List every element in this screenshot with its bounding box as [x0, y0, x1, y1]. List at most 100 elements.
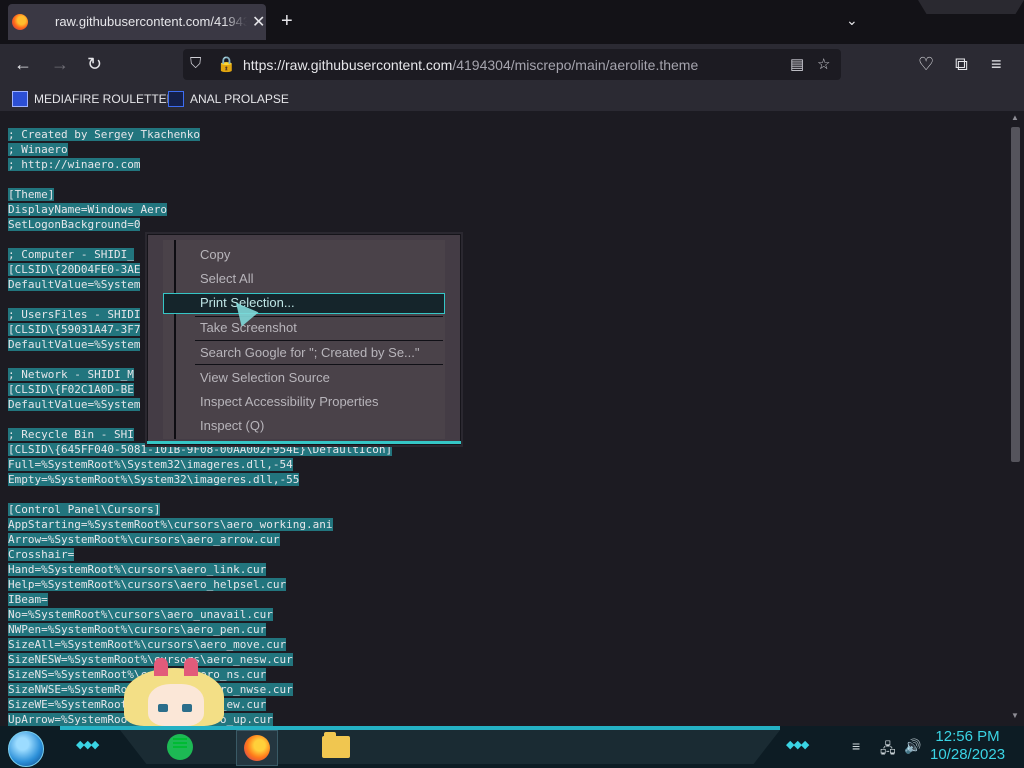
- bookmarks-toolbar: MEDIAFIRE ROULETTER ANAL PROLAPSE: [0, 86, 1024, 112]
- code-line-text: No=%SystemRoot%\cursors\aero_unavail.cur: [8, 608, 273, 621]
- menu-take-screenshot[interactable]: Take Screenshot: [200, 320, 297, 335]
- bookmark-anal-prolapse[interactable]: ANAL PROLAPSE: [168, 91, 289, 107]
- bookmark-mediafire-rouletter[interactable]: MEDIAFIRE ROULETTER: [12, 91, 175, 107]
- code-line-text: ; Computer - SHIDI_: [8, 248, 134, 261]
- code-line[interactable]: [Theme]: [8, 187, 392, 202]
- code-line[interactable]: DisplayName=Windows Aero: [8, 202, 392, 217]
- taskbar-notes-app[interactable]: [160, 730, 200, 764]
- code-line-text: ; Recycle Bin - SHI: [8, 428, 134, 441]
- clock-date: 10/28/2023: [930, 746, 1006, 763]
- code-line-text: Full=%SystemRoot%\System32\imageres.dll,…: [8, 458, 293, 471]
- code-line[interactable]: ; Winaero: [8, 142, 392, 157]
- code-line-text: ; http://winaero.com: [8, 158, 141, 171]
- firefox-icon: [12, 14, 28, 30]
- theme-decoration: [918, 0, 1024, 14]
- code-line[interactable]: NWPen=%SystemRoot%\cursors\aero_pen.cur: [8, 622, 392, 637]
- extensions-icon[interactable]: ⧉: [955, 54, 968, 75]
- bookmark-star-icon[interactable]: ☆: [817, 55, 830, 73]
- code-line[interactable]: [Control Panel\Cursors]: [8, 502, 392, 517]
- code-line[interactable]: IBeam=: [8, 592, 392, 607]
- back-button[interactable]: ←: [14, 54, 32, 75]
- clock-time: 12:56 PM: [935, 728, 1000, 745]
- tab-strip: raw.githubusercontent.com/419430 ✕ + ⌄: [0, 0, 1024, 44]
- taskbar-file-explorer-app[interactable]: [316, 730, 356, 764]
- code-line[interactable]: Crosshair=: [8, 547, 392, 562]
- code-line[interactable]: AppStarting=%SystemRoot%\cursors\aero_wo…: [8, 517, 392, 532]
- code-line-text: AppStarting=%SystemRoot%\cursors\aero_wo…: [8, 518, 333, 531]
- context-menu-gutter: [174, 240, 176, 439]
- taskbar-firefox-app[interactable]: [236, 730, 278, 766]
- context-menu-accent: [147, 441, 461, 444]
- forward-button[interactable]: →: [51, 54, 69, 75]
- start-button[interactable]: [8, 731, 44, 767]
- url-text[interactable]: https://raw.githubusercontent.com/419430…: [243, 57, 698, 73]
- bookmark-label: ANAL PROLAPSE: [190, 92, 289, 106]
- code-line[interactable]: No=%SystemRoot%\cursors\aero_unavail.cur: [8, 607, 392, 622]
- menu-separator: [195, 340, 443, 341]
- menu-view-selection-source[interactable]: View Selection Source: [200, 370, 330, 385]
- url-host: https://raw.githubusercontent.com: [243, 57, 453, 73]
- pocket-icon[interactable]: ♡: [918, 54, 934, 75]
- scrollbar-thumb[interactable]: [1011, 127, 1020, 462]
- taskbar-decoration-left: ◆◆◆: [76, 739, 99, 751]
- code-line-text: ; Created by Sergey Tkachenko: [8, 128, 201, 141]
- code-line[interactable]: SizeAll=%SystemRoot%\cursors\aero_move.c…: [8, 637, 392, 652]
- code-line-text: ; Winaero: [8, 143, 68, 156]
- reader-view-icon[interactable]: ▤: [790, 55, 804, 73]
- code-line-text: Help=%SystemRoot%\cursors\aero_helpsel.c…: [8, 578, 287, 591]
- code-line-text: [Control Panel\Cursors]: [8, 503, 161, 516]
- browser-tab[interactable]: raw.githubusercontent.com/419430 ✕: [8, 4, 266, 40]
- menu-select-all[interactable]: Select All: [200, 271, 253, 286]
- navigation-toolbar: ← → ↻ ⛉ 🔒 https://raw.githubusercontent.…: [0, 44, 1024, 86]
- code-line-text: DefaultValue=%System: [8, 338, 141, 351]
- volume-icon[interactable]: 🔊: [904, 738, 921, 755]
- code-line-text: Hand=%SystemRoot%\cursors\aero_link.cur: [8, 563, 267, 576]
- url-bar[interactable]: ⛉ 🔒 https://raw.githubusercontent.com/41…: [183, 49, 841, 80]
- list-all-tabs-icon[interactable]: ⌄: [846, 12, 858, 29]
- code-line[interactable]: Hand=%SystemRoot%\cursors\aero_link.cur: [8, 562, 392, 577]
- new-tab-button[interactable]: +: [281, 10, 293, 33]
- code-line-text: ; UsersFiles - SHIDI: [8, 308, 141, 321]
- lock-icon[interactable]: 🔒: [217, 55, 236, 73]
- scroll-down-icon[interactable]: ▼: [1011, 711, 1019, 720]
- code-line-text: NWPen=%SystemRoot%\cursors\aero_pen.cur: [8, 623, 267, 636]
- code-line[interactable]: Full=%SystemRoot%\System32\imageres.dll,…: [8, 457, 392, 472]
- sticker-eye: [158, 704, 168, 712]
- code-line-text: ; Network - SHIDI_M: [8, 368, 134, 381]
- menu-inspect-accessibility[interactable]: Inspect Accessibility Properties: [200, 394, 378, 409]
- taskbar-app-panel: [120, 730, 780, 764]
- reload-button[interactable]: ↻: [87, 54, 102, 75]
- code-line[interactable]: Arrow=%SystemRoot%\cursors\aero_arrow.cu…: [8, 532, 392, 547]
- anime-character-sticker: [118, 656, 230, 726]
- code-line[interactable]: Empty=%SystemRoot%\System32\imageres.dll…: [8, 472, 392, 487]
- menu-search-google[interactable]: Search Google for "; Created by Se...": [200, 345, 420, 360]
- bookmark-icon: [168, 91, 184, 107]
- sticker-face: [148, 684, 204, 726]
- menu-inspect[interactable]: Inspect (Q): [200, 418, 264, 433]
- code-line-text: Empty=%SystemRoot%\System32\imageres.dll…: [8, 473, 300, 486]
- taskbar-decoration-right: ◆◆◆: [786, 739, 809, 751]
- folder-icon: [322, 732, 350, 758]
- show-hidden-icons-icon[interactable]: ≡: [852, 738, 860, 754]
- code-line[interactable]: [8, 487, 392, 502]
- code-line[interactable]: [8, 172, 392, 187]
- vertical-scrollbar[interactable]: ▲ ▼: [1007, 111, 1024, 726]
- app-menu-icon[interactable]: ≡: [991, 54, 1002, 75]
- mediafire-icon: [12, 91, 28, 107]
- firefox-app-icon: [244, 735, 270, 761]
- scroll-up-icon[interactable]: ▲: [1011, 113, 1019, 122]
- network-icon[interactable]: 🖧: [880, 738, 896, 762]
- tracking-protection-icon[interactable]: ⛉: [190, 55, 201, 72]
- code-line-text: IBeam=: [8, 593, 48, 606]
- taskbar: ◆◆◆ ◆◆◆ ≡ 🖧 🔊 12:56 PM 10/28/2023: [0, 726, 1024, 768]
- bookmark-label: MEDIAFIRE ROULETTER: [34, 92, 176, 106]
- url-path: /4194304/miscrepo/main/aerolite.theme: [452, 57, 699, 73]
- code-line-text: SizeAll=%SystemRoot%\cursors\aero_move.c…: [8, 638, 287, 651]
- code-line[interactable]: ; http://winaero.com: [8, 157, 392, 172]
- code-line[interactable]: SetLogonBackground=0: [8, 217, 392, 232]
- code-line[interactable]: ; Created by Sergey Tkachenko: [8, 127, 392, 142]
- system-clock[interactable]: 12:56 PM 10/28/2023: [930, 728, 1005, 764]
- code-line[interactable]: Help=%SystemRoot%\cursors\aero_helpsel.c…: [8, 577, 392, 592]
- menu-copy[interactable]: Copy: [200, 247, 230, 262]
- close-tab-icon[interactable]: ✕: [252, 12, 265, 32]
